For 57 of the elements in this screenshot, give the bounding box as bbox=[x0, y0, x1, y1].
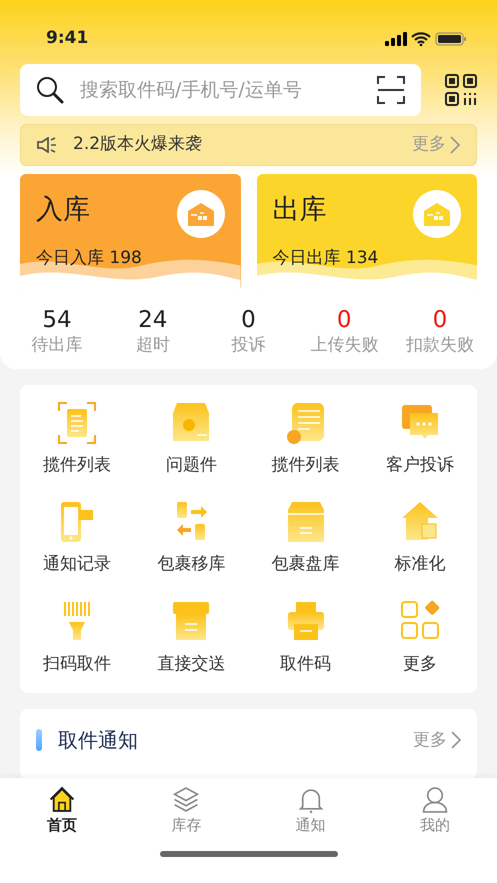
tab-item[interactable]: 首页 bbox=[0, 786, 124, 836]
stat-item[interactable]: 24 超时 bbox=[108, 308, 198, 359]
stat-value: 0 bbox=[336, 308, 353, 334]
tool-item[interactable]: 取件码 bbox=[248, 600, 363, 678]
chevron-icon bbox=[451, 731, 461, 750]
qr-code-icon[interactable] bbox=[445, 74, 477, 106]
status-time: 9:41 bbox=[46, 27, 88, 50]
chevron-icon bbox=[450, 136, 460, 154]
card-subtitle: 今日出库 134 bbox=[272, 247, 380, 270]
warehouse-card[interactable]: 入库 今日入库 198 bbox=[20, 174, 240, 292]
scan-icon[interactable] bbox=[377, 76, 405, 104]
notice-text: 2.2版本火爆来袭 bbox=[73, 133, 204, 156]
section-title: 取件通知 bbox=[58, 727, 139, 754]
tool-item[interactable]: 问题件 bbox=[134, 400, 248, 478]
tool-item[interactable]: 扫码取件 bbox=[20, 600, 134, 678]
accent-bar bbox=[36, 729, 42, 752]
tab-item[interactable]: 库存 bbox=[124, 786, 248, 836]
stat-item[interactable]: 0 扣款失败 bbox=[395, 308, 485, 359]
warehouse-card[interactable]: 出库 今日出库 134 bbox=[256, 174, 477, 292]
tab-item[interactable]: 我的 bbox=[372, 786, 497, 836]
signal-icon bbox=[385, 32, 407, 46]
tool-item[interactable]: 揽件列表 bbox=[20, 400, 134, 478]
person-icon bbox=[420, 786, 449, 814]
battery-icon bbox=[435, 32, 467, 46]
tool-item[interactable]: 包裹移库 bbox=[134, 500, 248, 578]
warehouse-icon bbox=[176, 190, 224, 238]
tab-item[interactable]: 通知 bbox=[248, 786, 373, 836]
stat-label: 超时 bbox=[134, 334, 171, 358]
warehouse-icon bbox=[413, 190, 461, 238]
tool-item[interactable]: 揽件列表 bbox=[248, 400, 363, 478]
stat-item[interactable]: 0 上传失败 bbox=[299, 308, 390, 359]
tool-item[interactable]: 更多 bbox=[362, 600, 477, 678]
stat-value: 0 bbox=[432, 308, 448, 334]
stat-item[interactable]: 0 投诉 bbox=[204, 308, 294, 359]
card-title: 出库 bbox=[272, 193, 326, 227]
home-icon bbox=[48, 786, 76, 814]
card-subtitle: 今日入库 198 bbox=[36, 247, 143, 270]
stat-label: 待出库 bbox=[30, 334, 84, 358]
tool-item[interactable]: 直接交送 bbox=[134, 600, 248, 678]
stat-value: 24 bbox=[137, 308, 168, 334]
layers-icon bbox=[172, 786, 200, 814]
stat-value: 0 bbox=[240, 308, 257, 334]
list-icon bbox=[284, 400, 327, 445]
speaker-icon bbox=[37, 137, 57, 153]
tool-item[interactable]: 通知记录 bbox=[20, 500, 134, 578]
tool-item[interactable]: 标准化 bbox=[362, 500, 477, 578]
stat-label: 上传失败 bbox=[309, 334, 380, 358]
document-icon bbox=[56, 400, 98, 445]
tool-item[interactable]: 包裹盘库 bbox=[248, 500, 363, 578]
stat-value: 54 bbox=[41, 308, 73, 334]
card-title: 入库 bbox=[36, 193, 90, 227]
stat-label: 扣款失败 bbox=[405, 334, 475, 358]
stat-label: 投诉 bbox=[230, 334, 266, 358]
tool-item[interactable]: 客户投诉 bbox=[362, 400, 477, 478]
wifi-icon bbox=[411, 32, 431, 46]
stat-item[interactable]: 54 待出库 bbox=[12, 308, 102, 359]
search-icon bbox=[36, 76, 64, 104]
